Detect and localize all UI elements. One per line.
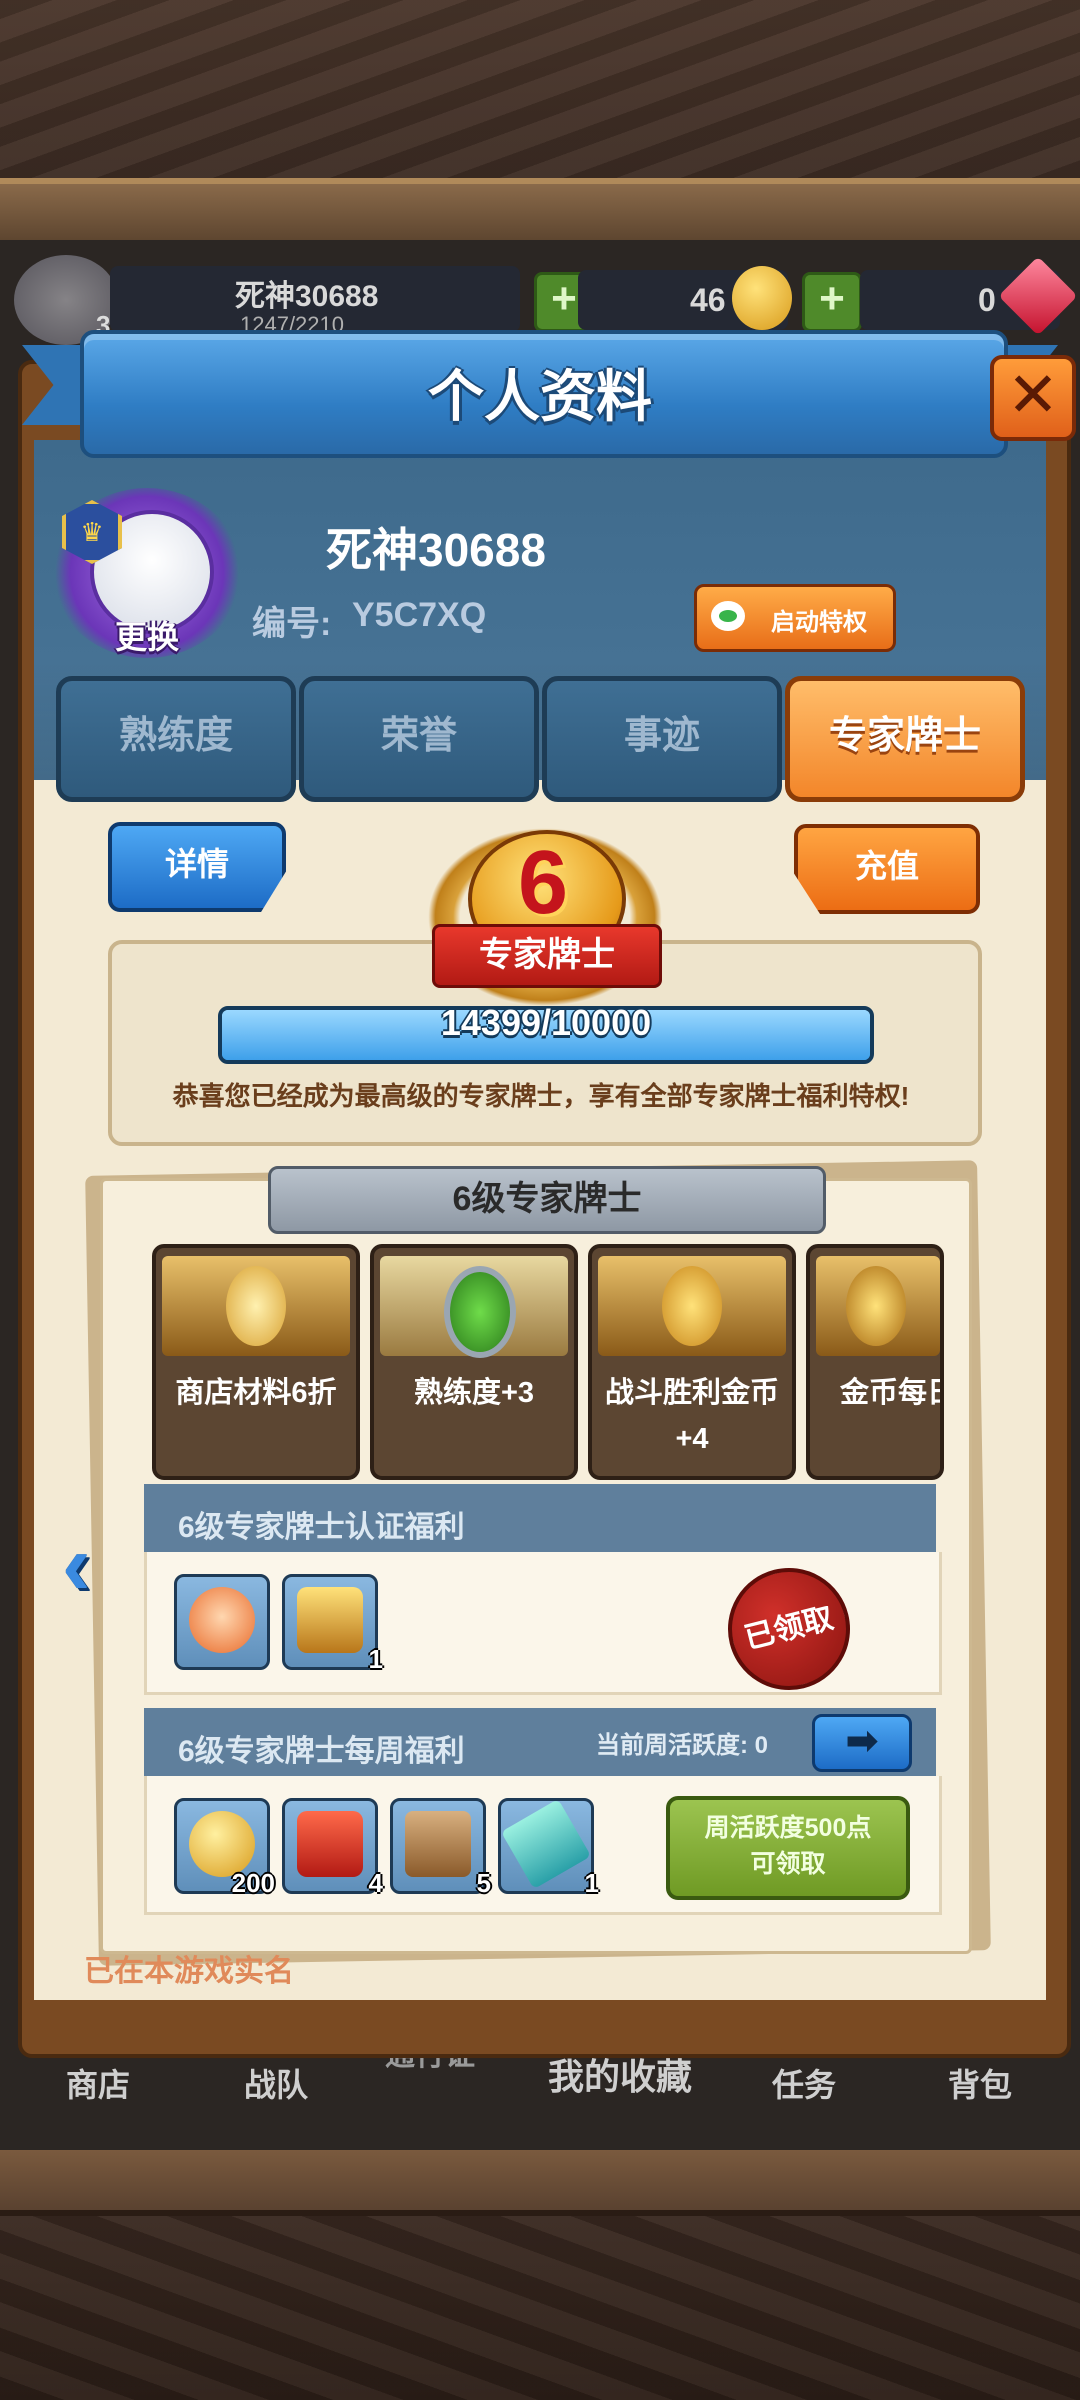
weekly-reward[interactable]: 4 xyxy=(282,1798,383,1898)
launch-privilege-label: 启动特权 xyxy=(771,609,867,636)
golden-chest-icon xyxy=(297,1587,363,1653)
arrow-right-icon: ➡ xyxy=(845,1719,879,1763)
profile-avatar[interactable]: ♛ 更换 xyxy=(52,488,242,658)
red-chest-icon xyxy=(297,1811,363,1877)
avatar-change-label[interactable]: 更换 xyxy=(92,612,202,658)
badge-level: 6 xyxy=(517,833,569,933)
weekly-go-button[interactable]: ➡ xyxy=(812,1714,912,1772)
level-title: 6级专家牌士 xyxy=(268,1166,826,1234)
perk-card: 战斗胜利金币+4 xyxy=(588,1244,796,1480)
card-pack-icon xyxy=(405,1811,471,1877)
background-wood-top xyxy=(0,0,1080,240)
wechat-icon xyxy=(711,601,745,631)
tab-expert-player[interactable]: 专家牌士 xyxy=(785,676,1025,802)
weekly-title: 6级专家牌士每周福利 xyxy=(178,1735,465,1768)
recharge-button[interactable]: 充值 xyxy=(794,824,980,914)
player-id-value: Y5C7XQ xyxy=(352,596,487,634)
dialog-title: 个人资料 xyxy=(428,365,652,428)
weekly-activity: 当前周活跃度: 0 xyxy=(596,1732,769,1759)
reward-count: 200 xyxy=(231,1868,275,1898)
scroll-left-arrow-icon[interactable]: ‹ xyxy=(62,1522,114,1608)
coin-count: 46 xyxy=(690,282,726,318)
congrats-text: 恭喜您已经成为最高级的专家牌士，享有全部专家牌士福利特权! xyxy=(172,1081,910,1111)
gem-count: 0 xyxy=(978,282,996,318)
coin-icon xyxy=(732,266,792,330)
victory-coin-icon xyxy=(598,1256,786,1356)
progress-text: 14399/10000 xyxy=(440,1002,652,1043)
hero-portrait-icon xyxy=(189,1587,255,1653)
top-player-name: 死神30688 xyxy=(235,280,379,313)
certification-reward[interactable]: 1 xyxy=(282,1574,383,1674)
badge-title: 专家牌士 xyxy=(432,924,662,988)
perk-card: 金币每日上限+7 xyxy=(806,1244,944,1480)
perk-label: 商店材料6折 xyxy=(175,1377,337,1409)
perk-card: 熟练度+3 xyxy=(370,1244,578,1480)
weekly-reward[interactable]: 200 xyxy=(174,1798,275,1898)
player-id-label: 编号: xyxy=(252,605,332,643)
close-button[interactable]: ✕ xyxy=(990,355,1076,441)
reward-count: 1 xyxy=(584,1868,599,1898)
perk-card: 商店材料6折 xyxy=(152,1244,360,1480)
certification-title: 6级专家牌士认证福利 xyxy=(178,1511,465,1544)
ticket-icon xyxy=(500,1798,592,1890)
close-icon: ✕ xyxy=(1007,361,1059,430)
perk-label: 金币每日上限+7 xyxy=(840,1377,940,1409)
certification-reward[interactable] xyxy=(174,1574,270,1670)
tab-proficiency[interactable]: 熟练度 xyxy=(56,676,296,802)
weekly-reward[interactable]: 1 xyxy=(498,1798,599,1898)
tab-deeds[interactable]: 事迹 xyxy=(542,676,782,802)
coin-pile-icon xyxy=(816,1256,940,1356)
tab-honor[interactable]: 荣誉 xyxy=(299,676,539,802)
nav-team[interactable]: 战队 xyxy=(196,2060,356,2106)
nav-backpack[interactable]: 背包 xyxy=(900,2060,1060,2106)
player-name: 死神30688 xyxy=(326,524,546,576)
weekly-claim-button[interactable]: 周活跃度500点 可领取 xyxy=(666,1796,910,1900)
claim-line-1: 周活跃度500点 xyxy=(704,1814,872,1842)
nav-tasks[interactable]: 任务 xyxy=(724,2060,884,2106)
reward-count: 1 xyxy=(368,1644,383,1674)
weekly-reward[interactable]: 5 xyxy=(390,1798,491,1898)
details-button[interactable]: 详情 xyxy=(108,822,286,912)
proficiency-up-icon xyxy=(380,1256,568,1358)
add-gems-button[interactable]: + xyxy=(802,272,862,332)
realname-status: 已在本游戏实名 xyxy=(84,1955,294,1988)
launch-privilege-button[interactable]: 启动特权 xyxy=(694,584,896,652)
perk-label: 熟练度+3 xyxy=(413,1377,535,1409)
background-wood-bottom xyxy=(0,2150,1080,2400)
shop-materials-icon xyxy=(162,1256,350,1356)
reward-count: 5 xyxy=(476,1868,491,1898)
reward-count: 4 xyxy=(368,1868,383,1898)
nav-shop[interactable]: 商店 xyxy=(18,2060,178,2106)
claim-line-2: 可领取 xyxy=(750,1850,826,1878)
perk-label: 战斗胜利金币+4 xyxy=(604,1377,779,1455)
